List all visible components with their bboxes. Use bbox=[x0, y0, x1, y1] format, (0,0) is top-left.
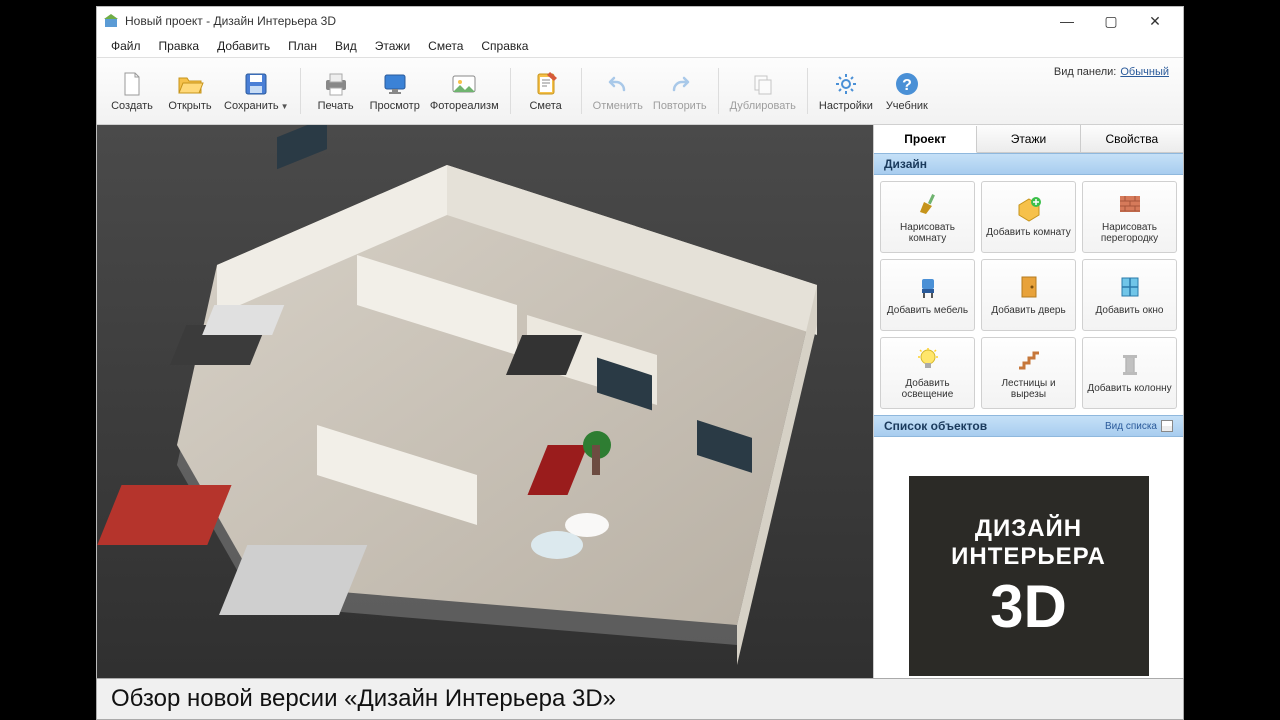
promo-line-2: ИНТЕРЬЕРА bbox=[951, 543, 1106, 571]
chair-icon bbox=[914, 273, 942, 301]
photo-icon bbox=[450, 70, 478, 98]
close-button[interactable]: ✕ bbox=[1133, 7, 1177, 35]
list-view-icon bbox=[1161, 420, 1173, 432]
stairs-icon bbox=[1015, 346, 1043, 374]
promo-line-1: ДИЗАЙН bbox=[975, 515, 1082, 543]
menu-floors[interactable]: Этажи bbox=[367, 37, 418, 55]
undo-icon bbox=[604, 70, 632, 98]
gear-icon bbox=[832, 70, 860, 98]
promo-logo: ДИЗАЙН ИНТЕРЬЕРА 3D bbox=[909, 476, 1149, 676]
add-furniture-button[interactable]: Добавить мебель bbox=[880, 259, 975, 331]
clipboard-icon bbox=[532, 70, 560, 98]
save-icon bbox=[242, 70, 270, 98]
monitor-icon bbox=[381, 70, 409, 98]
add-room-button[interactable]: Добавить комнату bbox=[981, 181, 1076, 253]
menu-estimate[interactable]: Смета bbox=[420, 37, 471, 55]
menu-add[interactable]: Добавить bbox=[209, 37, 278, 55]
menu-plan[interactable]: План bbox=[280, 37, 325, 55]
add-door-button[interactable]: Добавить дверь bbox=[981, 259, 1076, 331]
print-button[interactable]: Печать bbox=[307, 62, 365, 120]
tab-project[interactable]: Проект bbox=[874, 126, 977, 153]
duplicate-icon bbox=[749, 70, 777, 98]
create-button[interactable]: Создать bbox=[103, 62, 161, 120]
preview-button[interactable]: Просмотр bbox=[365, 62, 425, 120]
draw-partition-button[interactable]: Нарисовать перегородку bbox=[1082, 181, 1177, 253]
svg-text:?: ? bbox=[902, 77, 912, 94]
add-lighting-button[interactable]: Добавить освещение bbox=[880, 337, 975, 409]
paintbrush-icon bbox=[914, 190, 942, 218]
tutorial-button[interactable]: ? Учебник bbox=[878, 62, 936, 120]
estimate-button[interactable]: Смета bbox=[517, 62, 575, 120]
window-title: Новый проект - Дизайн Интерьера 3D bbox=[125, 14, 1045, 28]
side-panel: Проект Этажи Свойства Дизайн Нарисовать … bbox=[873, 125, 1183, 715]
help-icon: ? bbox=[893, 70, 921, 98]
folder-open-icon bbox=[176, 70, 204, 98]
design-section-header: Дизайн bbox=[874, 153, 1183, 175]
object-list-body: ДИЗАЙН ИНТЕРЬЕРА 3D bbox=[874, 437, 1183, 715]
lightbulb-icon bbox=[914, 346, 942, 374]
window-controls: — ▢ ✕ bbox=[1045, 7, 1177, 35]
chevron-down-icon: ▼ bbox=[281, 102, 289, 111]
toolbar: Создать Открыть Сохранить▼ Печать Просмо… bbox=[97, 57, 1183, 125]
settings-button[interactable]: Настройки bbox=[814, 62, 878, 120]
add-column-button[interactable]: Добавить колонну bbox=[1082, 337, 1177, 409]
title-bar: Новый проект - Дизайн Интерьера 3D — ▢ ✕ bbox=[97, 7, 1183, 35]
photorealism-button[interactable]: Фотореализм bbox=[425, 62, 504, 120]
menu-edit[interactable]: Правка bbox=[151, 37, 208, 55]
design-tools-grid: Нарисовать комнату Добавить комнату Нари… bbox=[874, 175, 1183, 415]
maximize-button[interactable]: ▢ bbox=[1089, 7, 1133, 35]
menu-bar: Файл Правка Добавить План Вид Этажи Смет… bbox=[97, 35, 1183, 57]
video-caption-text: Обзор новой версии «Дизайн Интерьера 3D» bbox=[111, 685, 616, 713]
floor-plan-render bbox=[97, 125, 873, 695]
panel-style-link[interactable]: Обычный bbox=[1120, 66, 1169, 78]
video-caption-bar: Обзор новой версии «Дизайн Интерьера 3D» bbox=[96, 678, 1184, 720]
undo-button[interactable]: Отменить bbox=[588, 62, 648, 120]
save-button[interactable]: Сохранить▼ bbox=[219, 62, 294, 120]
open-button[interactable]: Открыть bbox=[161, 62, 219, 120]
printer-icon bbox=[322, 70, 350, 98]
draw-room-button[interactable]: Нарисовать комнату bbox=[880, 181, 975, 253]
panel-style-label: Вид панели: bbox=[1054, 66, 1116, 78]
column-icon bbox=[1116, 351, 1144, 379]
object-list-header: Список объектов Вид списка bbox=[874, 415, 1183, 437]
viewport-3d[interactable] bbox=[97, 125, 873, 715]
tab-floors[interactable]: Этажи bbox=[977, 125, 1080, 152]
window-icon bbox=[1116, 273, 1144, 301]
add-window-button[interactable]: Добавить окно bbox=[1082, 259, 1177, 331]
menu-help[interactable]: Справка bbox=[473, 37, 536, 55]
minimize-button[interactable]: — bbox=[1045, 7, 1089, 35]
brick-wall-icon bbox=[1116, 190, 1144, 218]
redo-icon bbox=[666, 70, 694, 98]
tab-properties[interactable]: Свойства bbox=[1081, 125, 1183, 152]
duplicate-button[interactable]: Дублировать bbox=[725, 62, 801, 120]
stairs-cutouts-button[interactable]: Лестницы и вырезы bbox=[981, 337, 1076, 409]
object-list-title: Список объектов bbox=[884, 419, 987, 433]
redo-button[interactable]: Повторить bbox=[648, 62, 712, 120]
cube-plus-icon bbox=[1015, 195, 1043, 223]
new-file-icon bbox=[118, 70, 146, 98]
side-tabs: Проект Этажи Свойства bbox=[874, 125, 1183, 153]
menu-view[interactable]: Вид bbox=[327, 37, 365, 55]
panel-style-selector: Вид панели: Обычный bbox=[1046, 62, 1177, 120]
menu-file[interactable]: Файл bbox=[103, 37, 149, 55]
application-window: Новый проект - Дизайн Интерьера 3D — ▢ ✕… bbox=[96, 6, 1184, 716]
door-icon bbox=[1015, 273, 1043, 301]
workspace: Проект Этажи Свойства Дизайн Нарисовать … bbox=[97, 125, 1183, 715]
app-icon bbox=[103, 13, 119, 29]
list-view-mode-toggle[interactable]: Вид списка bbox=[1105, 420, 1173, 432]
promo-line-3: 3D bbox=[990, 577, 1067, 637]
